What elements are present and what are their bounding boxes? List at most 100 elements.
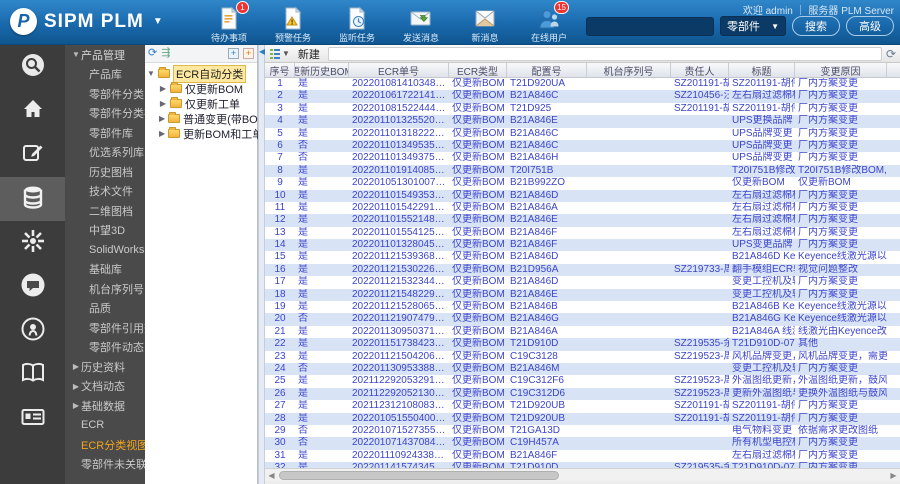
table-row[interactable]: 4 是 202201101325520… 仅更新BOM B21A846E UPS更换品牌厂… xyxy=(265,115,900,128)
scrollbar-thumb[interactable] xyxy=(279,471,559,480)
table-row[interactable]: 20 否 202201121907479… 仅更新BOM B21A846G B21A846… xyxy=(265,313,900,326)
grid-filter-input[interactable] xyxy=(327,46,882,61)
list-view-icon[interactable]: ▼ xyxy=(269,48,290,60)
table-row[interactable]: 9 是 202201051301007… 仅更新BOM B21B992ZO 仅更新BOM 仅… xyxy=(265,177,900,189)
strip-item-book[interactable] xyxy=(0,353,65,397)
table-row[interactable]: 10 是 202201101549353… 仅更新BOM B21A846D 左右扇过滤棉板… xyxy=(265,189,900,202)
sidebar-item[interactable]: 优选系列库 xyxy=(65,143,145,163)
sidebar-item[interactable]: 二维图档 xyxy=(65,201,145,221)
table-row[interactable]: 22 是 202201151738423… 仅更新BOM T21D910D SZ21953… xyxy=(265,338,900,351)
expand-all-button[interactable]: + xyxy=(228,48,239,59)
horizontal-scrollbar[interactable]: ◀ ▶ xyxy=(265,468,900,481)
table-row[interactable]: 28 是 202201051550400… 仅更新BOM T21D920UB SZ2011… xyxy=(265,412,900,425)
table-row[interactable]: 19 是 202201121528065… 仅更新BOM B21A846B B21A846… xyxy=(265,301,900,313)
tree-node[interactable]: ▶ 仅更新BOM xyxy=(147,81,255,96)
strip-item-broadcast[interactable] xyxy=(0,309,65,353)
table-row[interactable]: 17 是 202201121532344… 仅更新BOM B21A846D 变更工控机及轴… xyxy=(265,276,900,288)
scroll-right-icon[interactable]: ▶ xyxy=(888,470,899,481)
sidebar-item[interactable]: 零部件库 xyxy=(65,123,145,143)
column-header[interactable]: 序号 xyxy=(265,63,295,77)
sidebar-item[interactable]: ▼ 产品管理 xyxy=(65,45,145,65)
sidebar-item[interactable]: 零部件动态 xyxy=(65,338,145,358)
sidebar-item[interactable]: 零部件分类视图 xyxy=(65,104,145,124)
table-row[interactable]: 16 是 202201121530226… 仅更新BOM B21D956A SZ21973… xyxy=(265,263,900,277)
column-header[interactable]: 配置号 xyxy=(507,63,587,77)
expand-tree-icon[interactable]: ⇶ xyxy=(161,48,170,59)
table-row[interactable]: 30 否 202201071437084… 仅更新BOM C19H457A 所有机型电控柜… xyxy=(265,437,900,450)
refresh-icon[interactable]: ⟳ xyxy=(148,48,157,59)
sidebar-item[interactable]: ▶ 文档动态 xyxy=(65,377,145,397)
tree-node[interactable]: ▶ 普通变更(带BOM变更) xyxy=(147,111,293,126)
table-row[interactable]: 25 是 202112292053291… 仅更新BOM C19C312F6 SZ2195… xyxy=(265,375,900,387)
panel-splitter[interactable]: ◀ xyxy=(258,45,265,484)
tree-collapse-icon[interactable]: ▼ xyxy=(147,69,155,78)
column-header[interactable]: 更新历史BOM xyxy=(295,63,349,77)
tool-todo-document[interactable]: 待办事项 1 xyxy=(205,1,253,44)
table-row[interactable]: 18 是 202201121548229… 仅更新BOM B21A846E 变更工控机及轴… xyxy=(265,288,900,302)
table-row[interactable]: 1 是 202201081410348… 仅更新BOM T21D920UA SZ20119… xyxy=(265,78,900,90)
tool-online-users[interactable]: 在线用户 15 xyxy=(525,1,573,44)
search-input[interactable] xyxy=(586,16,714,36)
tree-node[interactable]: ▶ 仅更新工单 xyxy=(147,96,255,111)
tool-warning-task[interactable]: 预警任务 xyxy=(269,4,317,44)
table-row[interactable]: 21 是 202201130950371… 仅更新BOM B21A846A B21A846… xyxy=(265,326,900,338)
column-header[interactable]: 变更原因 xyxy=(795,63,887,77)
sidebar-item[interactable]: 零部件分类 xyxy=(65,84,145,104)
table-row[interactable]: 8 是 202201101914085… 仅更新BOM T20I751B T20I751B… xyxy=(265,164,900,178)
table-row[interactable]: 29 否 202201071527355… 仅更新BOM T21GA13D 电气物料变更依… xyxy=(265,425,900,437)
strip-item-edit[interactable] xyxy=(0,133,65,177)
sidebar-item[interactable]: 品质 xyxy=(65,299,145,319)
scroll-left-icon[interactable]: ◀ xyxy=(266,470,277,481)
table-row[interactable]: 6 否 202201101349535… 仅更新BOM B21A846C UPS品牌变更厂… xyxy=(265,139,900,153)
strip-item-home[interactable] xyxy=(0,89,65,133)
strip-item-chat[interactable] xyxy=(0,265,65,309)
search-category-select[interactable]: 零部件 ▼ xyxy=(720,16,786,36)
new-button[interactable]: 新建 xyxy=(294,46,324,62)
advanced-search-button[interactable]: 高级 xyxy=(846,16,894,36)
strip-item-database[interactable] xyxy=(0,177,65,221)
sidebar-item[interactable]: ECR分类视图 xyxy=(65,435,145,455)
tree-root-node[interactable]: ▼ ECR自动分类 xyxy=(147,64,255,83)
table-row[interactable]: 23 是 202201121504206… 仅更新BOM C19C3128 SZ21952… xyxy=(265,351,900,363)
sidebar-item[interactable]: 机台序列号 xyxy=(65,279,145,299)
table-row[interactable]: 24 否 202201130953388… 仅更新BOM B21A846M 变更工控机及轴… xyxy=(265,362,900,376)
table-row[interactable]: 2 是 202201061722141… 仅更新BOM B21A846C SZ210456… xyxy=(265,90,900,103)
sidebar-item[interactable]: ▶ 基础数据 xyxy=(65,396,145,416)
tool-new-message[interactable]: 新消息 xyxy=(461,4,509,44)
strip-item-idcard[interactable] xyxy=(0,397,65,441)
table-row[interactable]: 7 否 202201101349375… 仅更新BOM B21A846H UPS品牌变更厂… xyxy=(265,152,900,164)
table-row[interactable]: 15 是 202201121539368… 仅更新BOM B21A846D B21A846… xyxy=(265,251,900,263)
collapse-all-button[interactable]: + xyxy=(243,48,254,59)
sidebar-item[interactable]: 零部件引用查询 xyxy=(65,318,145,338)
table-row[interactable]: 14 是 202201101328045… 仅更新BOM B21A846F UPS变更品牌… xyxy=(265,239,900,252)
sidebar-item[interactable]: ECR xyxy=(65,416,145,436)
grid-refresh-icon[interactable]: ⟳ xyxy=(886,47,896,61)
sidebar-item[interactable]: 产品库 xyxy=(65,65,145,85)
sidebar-item[interactable]: 历史图档 xyxy=(65,162,145,182)
search-button[interactable]: 搜索 xyxy=(792,16,840,36)
sidebar-item[interactable]: 中望3D xyxy=(65,221,145,241)
tree-node[interactable]: ▶ 更新BOM和工单 xyxy=(147,126,263,141)
table-row[interactable]: 5 是 202201101318222… 仅更新BOM B21A846C UPS品牌变更厂… xyxy=(265,128,900,140)
tool-send-message[interactable]: 发送消息 xyxy=(397,4,445,44)
column-header[interactable]: ECR类型 xyxy=(449,63,507,77)
app-logo[interactable]: P SIPM PLM ▼ xyxy=(10,8,163,35)
sidebar-item[interactable]: 零部件未关联文件 xyxy=(65,455,145,475)
table-row[interactable]: 3 是 202201081522444… 仅更新BOM T21D925 SZ201191-… xyxy=(265,103,900,115)
table-row[interactable]: 13 是 202201101554125… 仅更新BOM B21A846F 左右扇过滤棉板… xyxy=(265,227,900,239)
sidebar-item[interactable]: 基础库 xyxy=(65,260,145,280)
strip-item-gear[interactable] xyxy=(0,221,65,265)
column-header[interactable]: 机台序列号 xyxy=(587,63,671,77)
table-row[interactable]: 26 是 202112292052130… 仅更新BOM C19C312D6 SZ2195… xyxy=(265,387,900,401)
table-row[interactable]: 27 是 202112312108083… 仅更新BOM T21D920UB SZ2011… xyxy=(265,400,900,412)
sidebar-item[interactable]: SolidWorks xyxy=(65,240,145,260)
sidebar-item[interactable]: 技术文件 xyxy=(65,182,145,202)
strip-item-search[interactable] xyxy=(0,45,65,89)
table-row[interactable]: 11 是 202201101542291… 仅更新BOM B21A846A 左右扇过滤棉板… xyxy=(265,202,900,214)
tool-monitor-task[interactable]: 监听任务 xyxy=(333,4,381,44)
column-header[interactable]: 标题 xyxy=(729,63,795,77)
table-row[interactable]: 31 是 202201110924338… 仅更新BOM B21A846F 左右扇过滤棉板… xyxy=(265,450,900,462)
sidebar-item[interactable]: ▶ 历史资料 xyxy=(65,357,145,377)
table-row[interactable]: 12 是 202201101552148… 仅更新BOM B21A846E 左右扇过滤棉板… xyxy=(265,214,900,227)
column-header[interactable]: ECR单号 xyxy=(349,63,449,77)
